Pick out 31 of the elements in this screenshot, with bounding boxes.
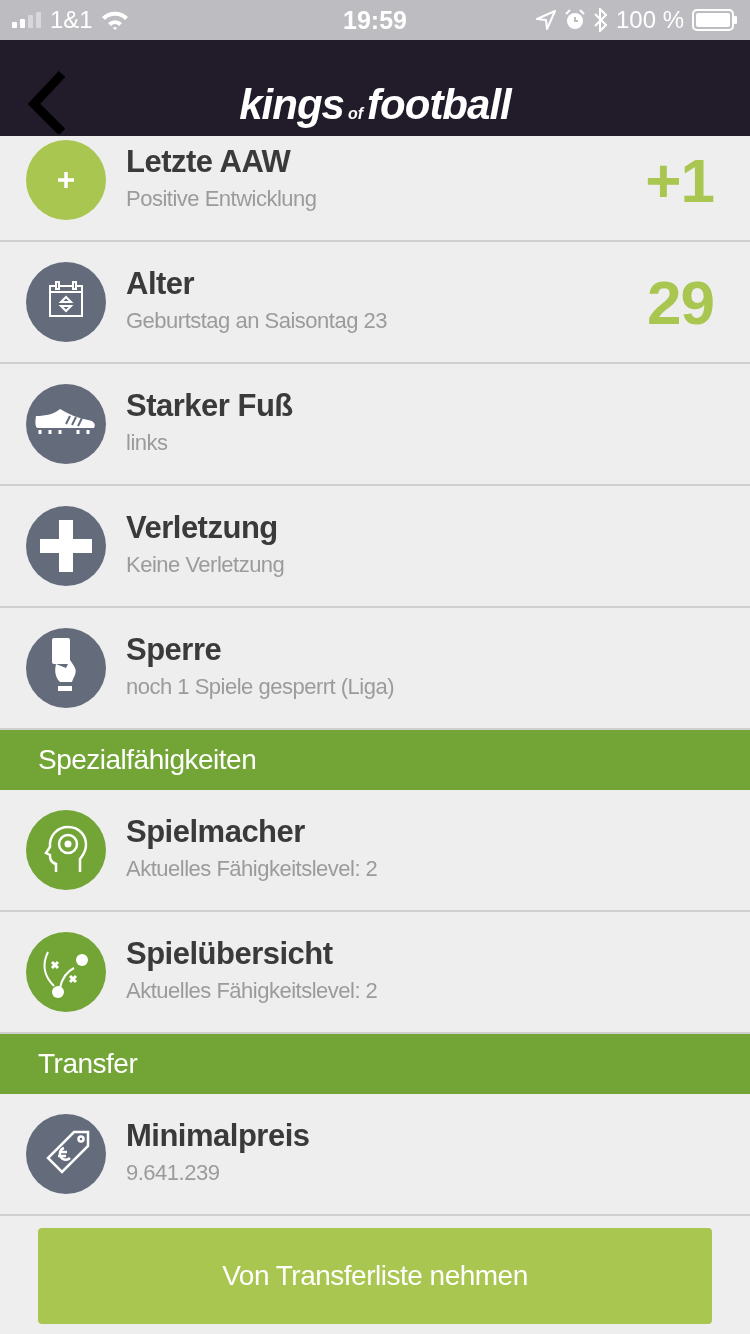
wifi-icon bbox=[100, 10, 129, 30]
carrier-name: 1&1 bbox=[50, 6, 93, 34]
row-title: Sperre bbox=[126, 632, 223, 668]
battery-icon bbox=[692, 9, 738, 31]
alarm-clock-icon bbox=[563, 9, 586, 31]
row-title: Spielmacher bbox=[126, 814, 306, 850]
signal-icon bbox=[12, 12, 42, 28]
row-value: +1 bbox=[645, 144, 714, 216]
clock-time: 19:59 bbox=[343, 5, 407, 35]
remove-from-transfer-list-button[interactable]: Von Transferliste nehmen bbox=[38, 1228, 712, 1324]
row-value: 29 bbox=[647, 266, 714, 338]
bluetooth-icon bbox=[593, 8, 608, 32]
row-title: Verletzung bbox=[126, 510, 279, 546]
row-subtitle: 9.641.239 bbox=[126, 1160, 221, 1186]
row-title: Minimalpreis bbox=[126, 1118, 311, 1154]
row-title: Starker Fuß bbox=[126, 388, 294, 424]
row-title: Alter bbox=[126, 266, 196, 302]
section-header: Spezialfähigkeiten bbox=[0, 730, 750, 790]
row-subtitle: noch 1 Spiele gesperrt (Liga) bbox=[126, 674, 395, 700]
row-subtitle: Aktuelles Fähigkeitslevel: 2 bbox=[126, 856, 379, 882]
row-title: Spielübersicht bbox=[126, 936, 334, 972]
row-subtitle: Positive Entwicklung bbox=[126, 186, 318, 212]
location-arrow-icon bbox=[535, 10, 556, 30]
row-subtitle: Keine Verletzung bbox=[126, 552, 286, 578]
row-subtitle: links bbox=[126, 430, 169, 456]
section-header: Transfer bbox=[0, 1034, 750, 1094]
row-subtitle: Aktuelles Fähigkeitslevel: 2 bbox=[126, 978, 379, 1004]
row-title: Letzte AAW bbox=[126, 144, 292, 180]
app-logo: kings offootball bbox=[239, 80, 511, 129]
battery-percentage: 100 % bbox=[615, 6, 684, 34]
row-subtitle: Geburtstag an Saisontag 23 bbox=[126, 308, 388, 334]
